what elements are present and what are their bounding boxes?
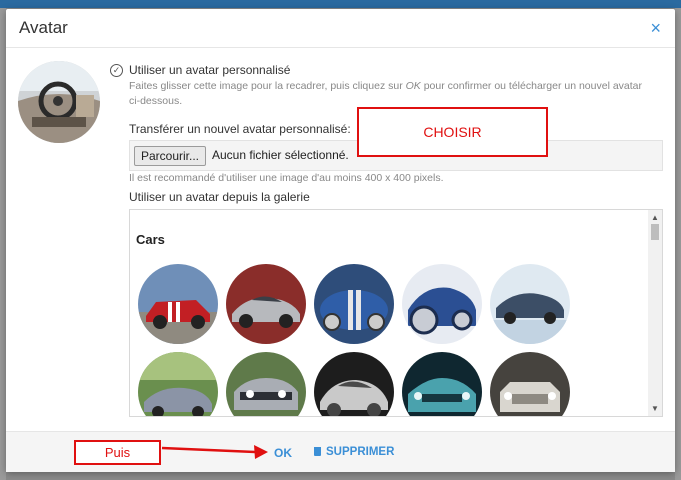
scroll-up-icon[interactable]: ▲: [651, 213, 659, 222]
car-thumb-image: [138, 352, 218, 416]
custom-avatar-label: Utiliser un avatar personnalisé: [129, 63, 291, 77]
scroll-thumb[interactable]: [651, 224, 659, 240]
gallery-thumb[interactable]: [314, 264, 394, 344]
ok-button[interactable]: OK: [274, 446, 292, 460]
car-thumb-image: [402, 352, 482, 416]
current-avatar[interactable]: [18, 61, 100, 143]
modal-header: Avatar ×: [6, 9, 675, 48]
modal-title: Avatar: [19, 18, 68, 37]
check-circle-icon: ✓: [110, 64, 123, 77]
car-thumb-image: [138, 264, 218, 344]
crop-hint: Faites glisser cette image pour la recad…: [129, 79, 649, 109]
annotation-choisir: CHOISIR: [357, 107, 548, 157]
gallery-thumb[interactable]: [314, 352, 394, 416]
upload-label: Transférer un nouvel avatar personnalisé…: [129, 122, 351, 136]
size-recommendation: Il est recommandé d'utiliser une image d…: [129, 172, 444, 184]
gallery-thumb[interactable]: [490, 352, 570, 416]
car-thumb-image: [226, 264, 306, 344]
avatar-gallery[interactable]: Cars ▲ ▼: [129, 209, 663, 417]
scroll-down-icon[interactable]: ▼: [651, 404, 659, 413]
gallery-thumb[interactable]: [402, 264, 482, 344]
car-thumb-image: [226, 352, 306, 416]
hint-ok-word: OK: [405, 80, 421, 92]
annotation-puis: Puis: [74, 440, 161, 465]
backdrop-right: [675, 8, 681, 480]
gallery-thumb[interactable]: [138, 264, 218, 344]
gallery-thumb[interactable]: [138, 352, 218, 416]
car-thumb-image: [314, 264, 394, 344]
delete-button[interactable]: SUPPRIMER: [314, 446, 394, 458]
hint-text-b: pour confirmer ou télécharger un nouvel …: [420, 80, 643, 92]
gallery-thumb[interactable]: [402, 352, 482, 416]
gallery-thumb[interactable]: [490, 264, 570, 344]
car-thumb-image: [490, 264, 570, 344]
gallery-scrollbar[interactable]: ▲ ▼: [648, 210, 662, 416]
hint-text-c: ci-dessous.: [129, 95, 183, 107]
annotation-arrow: [161, 445, 268, 459]
app-topbar: [0, 0, 681, 8]
trash-icon: [314, 447, 321, 456]
hint-text-a: Faites glisser cette image pour la recad…: [129, 80, 406, 92]
car-thumb-image: [402, 264, 482, 344]
gallery-thumb[interactable]: [226, 352, 306, 416]
gallery-label: Utiliser un avatar depuis la galerie: [129, 190, 310, 204]
close-icon[interactable]: ×: [650, 18, 661, 39]
car-thumb-image: [314, 352, 394, 416]
gallery-thumb[interactable]: [226, 264, 306, 344]
delete-label: SUPPRIMER: [326, 446, 395, 458]
car-thumb-image: [490, 352, 570, 416]
no-file-text: Aucun fichier sélectionné.: [212, 148, 349, 162]
gallery-category-title: Cars: [136, 232, 165, 247]
browse-button[interactable]: Parcourir...: [134, 146, 207, 166]
car-interior-image: [18, 61, 100, 143]
